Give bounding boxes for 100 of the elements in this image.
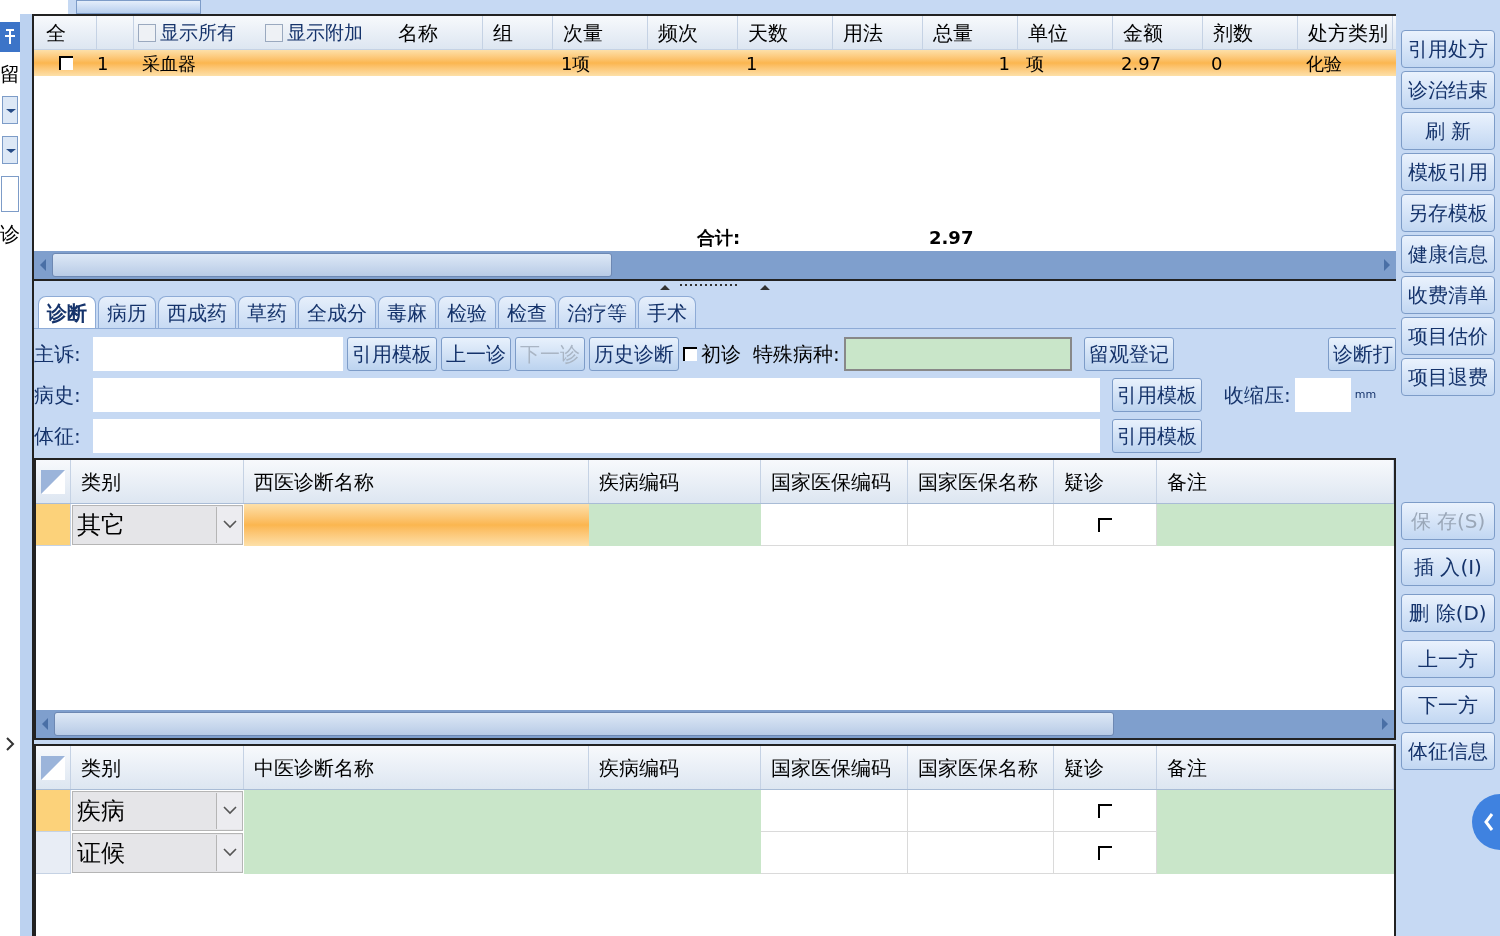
total-label: 合计: (697, 226, 742, 250)
column-header[interactable]: 单位 (1028, 17, 1068, 48)
checkbox[interactable] (58, 56, 73, 70)
action-button[interactable]: 引用模板 (1112, 378, 1202, 412)
scroll-thumb[interactable] (54, 712, 1114, 736)
sidebar-button[interactable]: 引用处方 (1401, 30, 1495, 68)
action-button[interactable]: 引用模板 (347, 337, 437, 371)
sidebar-button[interactable]: 下一方 (1401, 686, 1495, 724)
select-all-corner-icon[interactable] (40, 468, 66, 495)
sidebar-button[interactable]: 诊治结束 (1401, 71, 1495, 109)
option-checkbox[interactable] (265, 23, 283, 42)
splitter-bar[interactable] (20, 14, 34, 936)
category-dropdown[interactable]: 疾病 (72, 791, 243, 831)
sidebar-button[interactable]: 删 除(D) (1401, 594, 1495, 632)
signs-field[interactable] (93, 419, 1100, 453)
column-header[interactable]: 组 (493, 17, 513, 48)
table-cell: 化验 (1306, 52, 1342, 74)
tab[interactable]: 手术 (638, 296, 696, 328)
option-label[interactable]: 显示所有 (160, 18, 236, 47)
action-button[interactable]: 诊断打 (1328, 337, 1396, 371)
total-value: 2.97 (929, 226, 974, 250)
tab[interactable]: 治疗等 (558, 296, 636, 328)
sidebar-button[interactable]: 收费清单 (1401, 276, 1495, 314)
horizontal-scrollbar[interactable] (36, 710, 1394, 738)
action-button[interactable]: 引用模板 (1112, 419, 1202, 453)
column-header[interactable]: 备注 (1167, 752, 1207, 783)
column-header[interactable]: 用法 (843, 17, 883, 48)
column-header[interactable]: 国家医保编码 (771, 752, 891, 783)
select-all-corner-icon[interactable] (40, 754, 66, 781)
diagnosis-name-cell[interactable] (244, 504, 589, 546)
tab[interactable]: 诊断 (38, 296, 96, 328)
splitter-handle-icon[interactable] (660, 282, 770, 292)
category-dropdown[interactable]: 其它 (72, 505, 243, 545)
category-dropdown[interactable]: 证候 (72, 833, 243, 873)
tab[interactable]: 草药 (238, 296, 296, 328)
column-header[interactable]: 中医诊断名称 (254, 752, 374, 783)
sidebar-button[interactable]: 另存模板 (1401, 194, 1495, 232)
option-label[interactable]: 显示附加 (287, 18, 363, 47)
column-header[interactable]: 处方类别 (1308, 17, 1388, 48)
column-header[interactable]: 疑诊 (1064, 752, 1104, 783)
tab[interactable]: 病历 (98, 296, 156, 328)
column-header[interactable]: 金额 (1123, 17, 1163, 48)
column-header[interactable]: 疾病编码 (599, 466, 679, 497)
history-field[interactable] (93, 378, 1100, 412)
column-header[interactable]: 备注 (1167, 466, 1207, 497)
tab[interactable]: 全成分 (298, 296, 376, 328)
checkbox-label[interactable]: 初诊 (701, 339, 741, 369)
top-field[interactable] (0, 0, 68, 14)
chevron-down-icon[interactable] (216, 835, 242, 871)
top-button[interactable] (76, 0, 201, 14)
column-header[interactable]: 全 (46, 17, 66, 48)
column-header[interactable]: 名称 (398, 17, 438, 48)
column-header[interactable]: 天数 (748, 17, 788, 48)
systolic-field[interactable] (1294, 378, 1351, 412)
pin-icon[interactable] (0, 22, 20, 52)
sidebar-button[interactable]: 模板引用 (1401, 153, 1495, 191)
column-header[interactable]: 频次 (658, 17, 698, 48)
chevron-down-icon[interactable] (216, 793, 242, 829)
sidebar-button[interactable]: 项目估价 (1401, 317, 1495, 355)
action-button[interactable]: 上一诊 (441, 337, 511, 371)
side-field[interactable] (1, 176, 19, 212)
column-header[interactable]: 类别 (81, 752, 121, 783)
sidebar-button[interactable]: 刷 新 (1401, 112, 1495, 150)
scroll-right-icon[interactable] (1382, 258, 1392, 272)
tab[interactable]: 检查 (498, 296, 556, 328)
column-header[interactable]: 疾病编码 (599, 752, 679, 783)
scroll-right-icon[interactable] (1380, 717, 1390, 731)
tab[interactable]: 检验 (438, 296, 496, 328)
scroll-left-icon[interactable] (40, 717, 50, 731)
table-cell: 1 (746, 52, 758, 74)
field-label: 主诉: (34, 341, 82, 368)
chevron-right-icon[interactable] (4, 736, 16, 752)
scroll-thumb[interactable] (52, 253, 612, 277)
option-checkbox[interactable] (138, 23, 156, 42)
column-header[interactable]: 国家医保名称 (918, 752, 1038, 783)
column-header[interactable]: 西医诊断名称 (254, 466, 374, 497)
checkbox[interactable] (683, 347, 697, 361)
sidebar-button[interactable]: 项目退费 (1401, 358, 1495, 396)
column-header[interactable]: 总量 (933, 17, 973, 48)
column-header[interactable]: 剂数 (1213, 17, 1253, 48)
sidebar-button[interactable]: 上一方 (1401, 640, 1495, 678)
tab[interactable]: 毒麻 (378, 296, 436, 328)
scroll-left-icon[interactable] (38, 258, 48, 272)
horizontal-scrollbar[interactable] (34, 251, 1396, 279)
special-disease-field[interactable] (843, 337, 1072, 371)
column-header[interactable]: 类别 (81, 466, 121, 497)
sidebar-button[interactable]: 插 入(I) (1401, 548, 1495, 586)
action-button[interactable]: 历史诊断 (589, 337, 679, 371)
action-button[interactable]: 留观登记 (1083, 337, 1174, 371)
prescription-row[interactable]: 1 采血器 1项 1 1 项 2.97 0 化验 (34, 50, 1396, 76)
chief-complaint-field[interactable] (93, 337, 343, 371)
column-header[interactable]: 国家医保编码 (771, 466, 891, 497)
column-header[interactable]: 国家医保名称 (918, 466, 1038, 497)
chevron-down-icon[interactable] (216, 507, 242, 543)
column-header[interactable]: 疑诊 (1064, 466, 1104, 497)
tab[interactable]: 西成药 (158, 296, 236, 328)
column-header[interactable]: 次量 (563, 17, 603, 48)
sidebar-button[interactable]: 体征信息 (1401, 732, 1495, 770)
sidebar-button[interactable]: 健康信息 (1401, 235, 1495, 273)
field-label: 特殊病种: (753, 341, 840, 368)
